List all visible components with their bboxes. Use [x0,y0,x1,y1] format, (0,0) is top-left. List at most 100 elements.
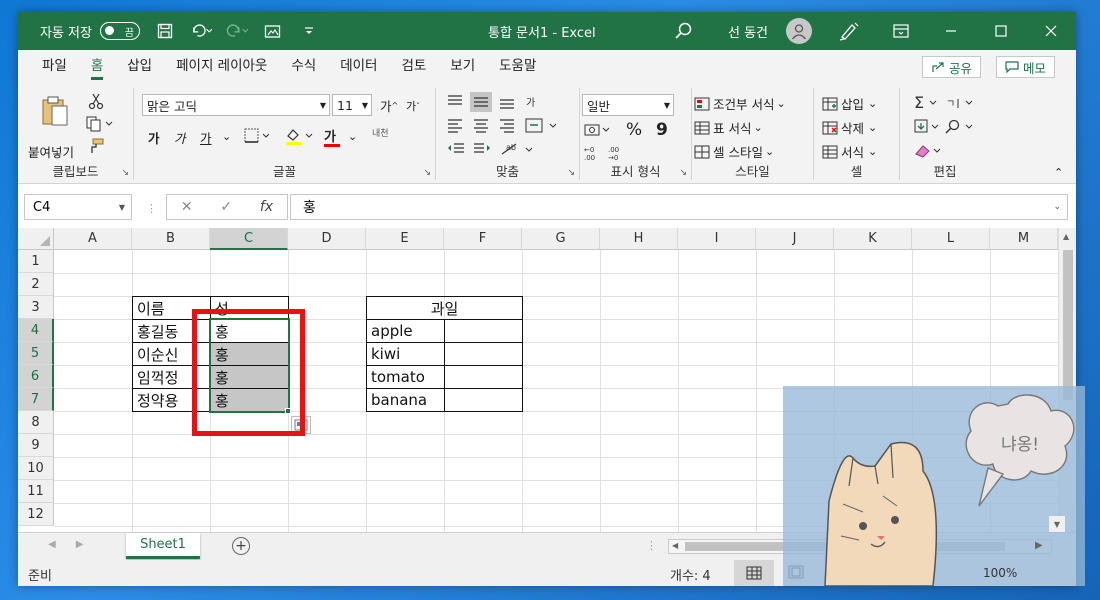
format-painter-icon[interactable] [88,138,104,157]
fill-color-icon[interactable] [284,126,314,149]
percent-button[interactable]: % [626,120,642,140]
col-header-j[interactable]: J [756,228,834,250]
cancel-icon[interactable]: ✕ [181,199,193,215]
close-icon[interactable] [1026,12,1076,50]
row-header-5[interactable]: 5 [18,342,54,365]
col-header-a[interactable]: A [54,228,132,250]
maximize-icon[interactable] [976,12,1026,50]
cell-styles-button[interactable]: 셀 스타일 ⌄ [694,142,774,161]
tab-formulas[interactable]: 수식 [279,54,328,82]
paste-icon[interactable] [40,94,70,131]
comma-button[interactable]: 9 [656,120,668,140]
cell-e3-merged[interactable]: 과일 [366,296,523,320]
font-size-select[interactable]: 11 ▼ [332,94,372,116]
autosave-toggle[interactable]: 끔 [99,22,140,40]
tab-review[interactable]: 검토 [389,54,438,82]
paste-button[interactable]: 붙여넣기 [28,142,74,161]
scroll-left-icon[interactable]: ◀ [672,541,678,550]
accounting-format-icon[interactable] [584,122,612,141]
cell-e5[interactable]: kiwi [366,342,445,366]
redo-icon[interactable] [226,20,248,42]
tab-home[interactable]: 홈 [79,54,115,82]
autosum-icon[interactable]: Σㄱ [914,93,984,115]
col-header-i[interactable]: I [678,228,756,250]
tab-split-icon[interactable]: ⋮ [646,539,657,552]
borders-icon[interactable] [244,128,272,147]
customize-qat-icon[interactable] [298,20,320,42]
expand-formula-icon[interactable]: ⌄ [1053,202,1061,212]
row-header-9[interactable]: 9 [18,434,54,457]
font-color-icon[interactable]: 가 [324,126,340,147]
scroll-up-icon[interactable]: ▲ [1063,232,1069,241]
tab-file[interactable]: 파일 [30,54,79,82]
minimize-icon[interactable] [926,12,976,50]
cell-f6[interactable] [444,365,523,389]
cell-e6[interactable]: tomato [366,365,445,389]
autosave[interactable]: 자동 저장 끔 [40,12,140,50]
select-all-button[interactable] [18,228,54,250]
underline-dropdown-icon[interactable]: ⌄ [222,130,231,143]
search-icon[interactable] [674,21,694,45]
col-header-l[interactable]: L [912,228,990,250]
row-header-7[interactable]: 7 [18,388,54,411]
row-header-12[interactable]: 12 [18,503,54,526]
copy-icon[interactable] [86,116,116,135]
screenshot-icon[interactable] [262,20,284,42]
font-launcher-icon[interactable]: ↘ [423,168,431,178]
sheet-nav-icon[interactable]: ◀▶ [48,539,103,550]
status-zoom[interactable]: 100% [983,566,1017,580]
number-launcher-icon[interactable]: ↘ [679,168,687,178]
format-cells-button[interactable]: 서식 ⌄ [822,142,877,161]
cell-e7[interactable]: banana [366,388,445,412]
tab-insert[interactable]: 삽입 [115,54,164,82]
save-icon[interactable] [154,20,176,42]
row-header-11[interactable]: 11 [18,480,54,503]
delete-cells-button[interactable]: 삭제 ⌄ [822,118,877,137]
clipboard-launcher-icon[interactable]: ↘ [121,168,129,178]
indent-icon[interactable]: ab [446,140,556,163]
row-header-10[interactable]: 10 [18,457,54,480]
scroll-down-icon[interactable]: ▼ [1049,516,1065,532]
conditional-format-button[interactable]: 조건부 서식 ⌄ [694,94,786,113]
col-header-e[interactable]: E [366,228,444,250]
font-name-select[interactable]: 맑은 고딕 ▼ [142,94,330,116]
underline-button[interactable]: 가 [200,128,212,147]
increase-font-icon[interactable]: 가 ^ [380,96,398,115]
vertical-scroll-thumb[interactable] [1063,250,1073,400]
col-header-k[interactable]: K [834,228,912,250]
sheet-tab-sheet1[interactable]: Sheet1 [126,533,200,559]
tab-page-layout[interactable]: 페이지 레이아웃 [164,54,279,82]
clear-icon[interactable] [914,142,954,163]
align-left-icon[interactable] [446,116,566,139]
bold-button[interactable]: 가 [148,128,160,147]
cell-e4[interactable]: apple [366,319,445,343]
cell-f4[interactable] [444,319,523,343]
col-header-d[interactable]: D [288,228,366,250]
row-header-4[interactable]: 4 [18,319,54,342]
insert-cells-button[interactable]: 삽입 ⌄ [822,94,877,113]
name-box[interactable]: C4 ▼ [24,194,132,220]
phonetic-icon[interactable]: 내천 [372,126,389,139]
alignment-launcher-icon[interactable]: ↘ [567,168,575,178]
ribbon-display-icon[interactable] [876,12,926,50]
format-as-table-button[interactable]: 표 서식 ⌄ [694,118,763,137]
memo-button[interactable]: 메모 [996,56,1056,78]
cell-f7[interactable] [444,388,523,412]
row-header-1[interactable]: 1 [18,250,54,273]
share-button[interactable]: 공유 [922,56,982,78]
scroll-right-icon[interactable]: ▶ [1035,540,1043,551]
avatar[interactable] [786,18,812,44]
tab-data[interactable]: 데이터 [328,54,389,82]
insert-function-button[interactable]: fx [260,199,273,215]
col-header-h[interactable]: H [600,228,678,250]
collapse-ribbon-icon[interactable]: ⌃ [1054,166,1063,179]
pen-icon[interactable] [838,21,860,45]
row-header-6[interactable]: 6 [18,365,54,388]
align-top-icon[interactable]: 가 [446,92,546,115]
italic-button[interactable]: 가 [174,128,186,147]
row-header-3[interactable]: 3 [18,296,54,319]
col-header-b[interactable]: B [132,228,210,250]
tab-view[interactable]: 보기 [438,54,487,82]
col-header-m[interactable]: M [990,228,1058,250]
normal-view-icon[interactable] [734,560,774,586]
